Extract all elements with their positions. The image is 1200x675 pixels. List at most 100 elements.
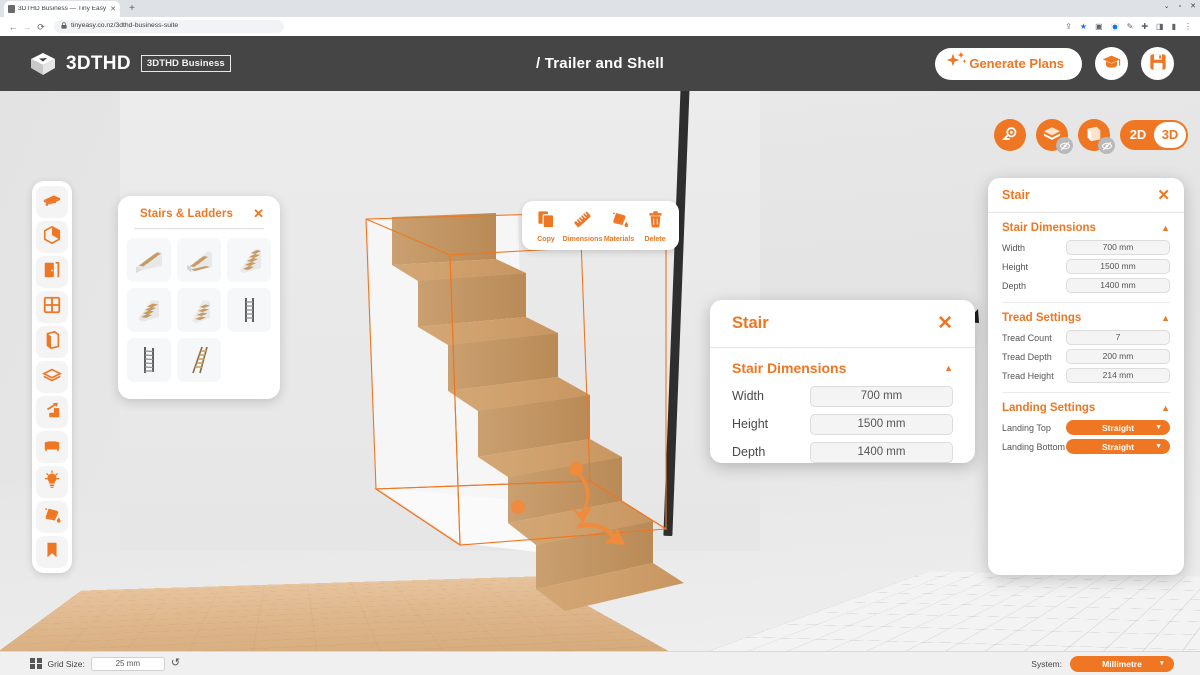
profile-icon[interactable]: ▮: [1172, 22, 1176, 31]
close-icon[interactable]: ✕: [253, 207, 264, 220]
materials-tool[interactable]: Materials: [601, 210, 637, 243]
stair-dimensions-section-header[interactable]: Stair Dimensions ▲: [988, 213, 1184, 238]
extension-camera-icon[interactable]: ▣: [1095, 22, 1103, 31]
copy-tool[interactable]: Copy: [528, 210, 564, 243]
sidebar-item-lighting[interactable]: [36, 466, 68, 498]
tread-height-input[interactable]: 214 mm: [1066, 368, 1170, 383]
catalog-item-ladder-vertical-tall[interactable]: [127, 338, 171, 382]
browser-tab[interactable]: 3DTHD Business — Tiny Easy - T ✕: [4, 1, 120, 17]
chevron-up-icon[interactable]: ▲: [1161, 223, 1170, 233]
back-button[interactable]: ←: [6, 22, 20, 32]
chevron-up-icon[interactable]: ▲: [1161, 313, 1170, 323]
stair-object-3d[interactable]: [330, 211, 720, 611]
chrome-menu-icon[interactable]: ⋮: [1184, 22, 1192, 31]
sidebar-item-wall[interactable]: [36, 326, 68, 358]
toggle-3d[interactable]: 3D: [1154, 122, 1186, 148]
delete-label: Delete: [644, 235, 666, 243]
window-maximize-button[interactable]: ▫: [1179, 2, 1181, 12]
roof-visibility-button[interactable]: [1036, 119, 1073, 154]
omnibar-icons: ⇪ ★ ▣ ✎ ✚ ◨ ▮ ⋮: [1065, 22, 1194, 31]
chevron-up-icon[interactable]: ▲: [944, 363, 953, 373]
bookmark-star-icon[interactable]: ★: [1080, 22, 1087, 31]
new-tab-button[interactable]: +: [126, 3, 138, 14]
copy-label: Copy: [537, 235, 555, 243]
grid-size-input[interactable]: 25 mm: [90, 656, 165, 671]
eye-off-icon: [1056, 137, 1073, 154]
sidebar-item-floor[interactable]: [36, 361, 68, 393]
field-label: Tread Depth: [1002, 351, 1052, 362]
catalog-title: Stairs & Ladders: [140, 207, 233, 220]
wall-panel-icon: [42, 330, 62, 355]
field-width: Width 700 mm: [988, 238, 1184, 257]
generate-plans-button[interactable]: Generate Plans: [935, 47, 1082, 80]
app-root: 3DTHD Business — Tiny Easy - T ✕ + ⌄ ▫ ✕…: [0, 0, 1200, 675]
eye-off-icon: [1098, 137, 1115, 154]
tab-close-icon[interactable]: ✕: [110, 6, 116, 13]
eyedropper-icon[interactable]: ✎: [1127, 22, 1134, 31]
toggle-2d[interactable]: 2D: [1122, 122, 1154, 148]
learn-button[interactable]: [1095, 47, 1128, 80]
close-icon[interactable]: ✕: [937, 314, 953, 333]
paint-bucket-icon: [610, 210, 629, 234]
reset-icon[interactable]: ↺: [171, 658, 180, 669]
sidebar-item-door[interactable]: [36, 256, 68, 288]
address-bar[interactable]: tinyeasy.co.nz/3dthd-business-suite: [54, 20, 284, 33]
field-label: Depth: [732, 445, 766, 459]
sidepanel-icon[interactable]: ◨: [1156, 22, 1164, 31]
catalog-item-stair-compact-right[interactable]: [177, 288, 221, 332]
generate-plans-label: Generate Plans: [969, 56, 1064, 71]
dimensions-tool[interactable]: Dimensions: [563, 210, 602, 243]
depth-input[interactable]: 1400 mm: [810, 441, 953, 463]
field-height: Height 1500 mm: [988, 257, 1184, 276]
width-input[interactable]: 700 mm: [1066, 240, 1170, 255]
catalog-item-stair-compact-left[interactable]: [127, 288, 171, 332]
save-button[interactable]: [1141, 47, 1174, 80]
catalog-item-stair-straight-closed[interactable]: [177, 238, 221, 282]
close-icon[interactable]: ✕: [1157, 188, 1170, 203]
ruler-icon: [573, 210, 592, 234]
catalog-item-stair-straight-open[interactable]: [127, 238, 171, 282]
landing-settings-section-header[interactable]: Landing Settings ▲: [988, 393, 1184, 418]
paint-bucket-icon: [42, 505, 62, 530]
landing-top-select[interactable]: Straight ▼: [1066, 420, 1170, 435]
sidebar-item-window[interactable]: [36, 291, 68, 323]
orbit-view-button[interactable]: [994, 119, 1026, 151]
system-units-select[interactable]: Millimetre ▼: [1070, 655, 1174, 672]
field-depth: Depth 1400 mm: [710, 438, 975, 466]
sidebar-item-shell[interactable]: [36, 221, 68, 253]
scene-floor-tile: [658, 571, 1200, 651]
window-close-button[interactable]: ✕: [1190, 2, 1196, 12]
height-input[interactable]: 1500 mm: [810, 413, 953, 435]
chevron-up-icon[interactable]: ▲: [1161, 403, 1170, 413]
sidebar-item-furniture[interactable]: [36, 431, 68, 463]
width-input[interactable]: 700 mm: [810, 385, 953, 407]
tread-settings-section-header[interactable]: Tread Settings ▲: [988, 303, 1184, 328]
extension-blue-icon[interactable]: [1110, 22, 1119, 31]
dimension-toggle[interactable]: 2D 3D: [1120, 120, 1188, 150]
catalog-item-stair-with-landing-top[interactable]: [227, 238, 271, 282]
landing-bottom-select[interactable]: Straight ▼: [1066, 439, 1170, 454]
extensions-puzzle-icon[interactable]: ✚: [1141, 22, 1148, 31]
sidebar-item-stairs[interactable]: [36, 396, 68, 428]
copy-icon: [537, 210, 556, 234]
share-icon[interactable]: ⇪: [1065, 22, 1072, 31]
lightbulb-icon: [42, 469, 62, 495]
stair-dimensions-section-header[interactable]: Stair Dimensions ▲: [710, 348, 975, 382]
sidebar-item-materials[interactable]: [36, 501, 68, 533]
window-minimize-button[interactable]: ⌄: [1164, 2, 1170, 12]
tread-depth-input[interactable]: 200 mm: [1066, 349, 1170, 364]
sidebar-item-trailer[interactable]: [36, 186, 68, 218]
bookmark-icon: [42, 540, 62, 565]
sidebar-item-bookmarks[interactable]: [36, 536, 68, 568]
section-title: Landing Settings: [1002, 402, 1096, 414]
catalog-item-ladder-leaning[interactable]: [177, 338, 221, 382]
walls-visibility-button[interactable]: [1078, 119, 1115, 154]
reload-button[interactable]: ⟳: [34, 22, 48, 32]
catalog-item-ladder-vertical-short[interactable]: [227, 288, 271, 332]
height-input[interactable]: 1500 mm: [1066, 259, 1170, 274]
tread-count-input[interactable]: 7: [1066, 330, 1170, 345]
depth-input[interactable]: 1400 mm: [1066, 278, 1170, 293]
forward-button[interactable]: →: [20, 22, 34, 32]
delete-tool[interactable]: Delete: [637, 210, 673, 243]
tool-sidebar: [32, 181, 72, 573]
